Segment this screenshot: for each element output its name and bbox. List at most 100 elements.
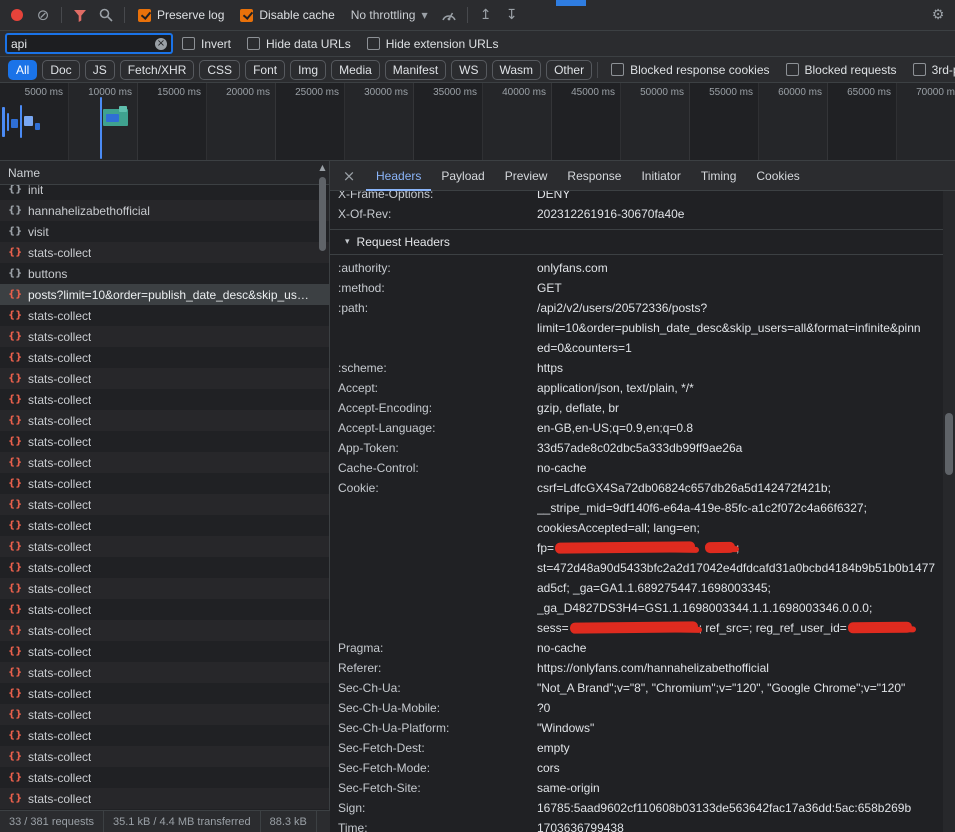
request-row[interactable]: {}stats-collect [0, 515, 329, 536]
request-row[interactable]: {}stats-collect [0, 368, 329, 389]
network-conditions-button[interactable] [436, 3, 462, 27]
status-segment: 88.3 kB [261, 811, 317, 832]
type-filter-ws[interactable]: WS [451, 60, 486, 80]
tab-initiator[interactable]: Initiator [631, 161, 690, 191]
header-value: https [537, 358, 943, 378]
header-value-text: DENY [537, 191, 570, 201]
type-filter-all[interactable]: All [8, 60, 37, 80]
request-row[interactable]: {}stats-collect [0, 683, 329, 704]
request-row[interactable]: {}stats-collect [0, 473, 329, 494]
checkbox-icon[interactable] [611, 63, 624, 76]
request-row[interactable]: {}stats-collect [0, 704, 329, 725]
checkbox-preserve-log[interactable]: Preserve log [138, 8, 224, 22]
detail-scrollbar[interactable] [943, 191, 955, 832]
request-row[interactable]: {}stats-collect [0, 431, 329, 452]
request-row[interactable]: {}stats-collect [0, 641, 329, 662]
request-row[interactable]: {}init [0, 185, 329, 200]
header-value-text: "Windows" [537, 721, 594, 735]
close-detail-button[interactable]: × [338, 165, 360, 187]
checkbox-invert[interactable]: Invert [182, 37, 231, 51]
request-list-scroll-thumb[interactable] [319, 177, 326, 251]
type-filter-wasm[interactable]: Wasm [492, 60, 542, 80]
type-filter-js[interactable]: JS [85, 60, 115, 80]
type-filter-font[interactable]: Font [245, 60, 285, 80]
type-filter-other[interactable]: Other [546, 60, 592, 80]
tab-timing[interactable]: Timing [691, 161, 747, 191]
type-filter-css[interactable]: CSS [199, 60, 240, 80]
request-row[interactable]: {}stats-collect [0, 620, 329, 641]
filter-toggle-button[interactable] [67, 3, 93, 27]
request-row[interactable]: {}stats-collect [0, 788, 329, 809]
request-row[interactable]: {}stats-collect [0, 452, 329, 473]
request-type-icon: {} [8, 793, 22, 804]
tab-response[interactable]: Response [557, 161, 631, 191]
checkbox-icon[interactable] [367, 37, 380, 50]
record-button[interactable] [4, 3, 30, 27]
header-value: same-origin [537, 778, 943, 798]
request-row[interactable]: {}stats-collect [0, 326, 329, 347]
request-row[interactable]: {}stats-collect [0, 662, 329, 683]
checkbox-blocked-response-cookies[interactable]: Blocked response cookies [611, 63, 769, 77]
name-column-header[interactable]: Name [0, 161, 329, 185]
type-filter-doc[interactable]: Doc [42, 60, 79, 80]
export-har-button[interactable]: ↧ [499, 3, 525, 27]
request-row[interactable]: {}posts?limit=10&order=publish_date_desc… [0, 284, 329, 305]
request-row[interactable]: {}stats-collect [0, 725, 329, 746]
request-row[interactable]: {}stats-collect [0, 578, 329, 599]
header-name: Sign: [338, 798, 537, 818]
scroll-up-icon[interactable]: ▲ [317, 163, 328, 172]
request-row[interactable]: {}stats-collect [0, 305, 329, 326]
import-har-button[interactable]: ↥ [473, 3, 499, 27]
header-value-line: 16785:5aad9602cf110608b03133de563642fac1… [537, 798, 943, 818]
request-row[interactable]: {}visit [0, 221, 329, 242]
tab-payload[interactable]: Payload [431, 161, 494, 191]
clear-filter-button[interactable]: × [155, 38, 167, 50]
checkbox-icon[interactable] [913, 63, 926, 76]
request-row[interactable]: {}buttons [0, 263, 329, 284]
clear-button[interactable]: ⊘ [30, 3, 56, 27]
checkbox-3rd-party-requests[interactable]: 3rd-party requests [913, 63, 955, 77]
checkbox-icon[interactable] [247, 37, 260, 50]
type-filter-img[interactable]: Img [290, 60, 326, 80]
request-row[interactable]: {}stats-collect [0, 347, 329, 368]
tab-headers[interactable]: Headers [366, 161, 431, 191]
request-row[interactable]: {}stats-collect [0, 389, 329, 410]
checkbox-icon[interactable] [786, 63, 799, 76]
type-filter-media[interactable]: Media [331, 60, 380, 80]
type-filter-manifest[interactable]: Manifest [385, 60, 446, 80]
request-list-scrollbar[interactable]: ▲ [317, 163, 328, 802]
request-row[interactable]: {}stats-collect [0, 494, 329, 515]
waterfall-activity-bar [24, 116, 33, 126]
request-row[interactable]: {}hannahelizabethofficial [0, 200, 329, 221]
request-headers-section[interactable]: ▾ Request Headers [330, 229, 943, 255]
type-filter-fetch-xhr[interactable]: Fetch/XHR [120, 60, 195, 80]
header-value-line: "Windows" [537, 718, 943, 738]
header-value-text: https [537, 361, 563, 375]
request-row[interactable]: {}stats-collect [0, 599, 329, 620]
redaction-scribble [848, 622, 912, 634]
checkbox-disable-cache[interactable]: Disable cache [240, 8, 334, 22]
request-detail-panel: × HeadersPayloadPreviewResponseInitiator… [330, 161, 955, 832]
checkbox-icon[interactable] [138, 9, 151, 22]
checkbox-hide-extension-urls[interactable]: Hide extension URLs [367, 37, 499, 51]
checkbox-icon[interactable] [240, 9, 253, 22]
request-row[interactable]: {}stats-collect [0, 410, 329, 431]
request-row[interactable]: {}stats-collect [0, 746, 329, 767]
detail-scroll-thumb[interactable] [945, 413, 953, 475]
filter-input[interactable] [11, 37, 155, 51]
tab-preview[interactable]: Preview [495, 161, 558, 191]
checkbox-blocked-requests[interactable]: Blocked requests [786, 63, 897, 77]
settings-button[interactable]: ⚙ [925, 3, 951, 27]
header-value-line: application/json, text/plain, */* [537, 378, 943, 398]
throttling-dropdown[interactable]: No throttling ▼ [351, 8, 428, 22]
header-value-line: no-cache [537, 458, 943, 478]
tab-cookies[interactable]: Cookies [746, 161, 809, 191]
request-row[interactable]: {}stats-collect [0, 242, 329, 263]
network-overview-timeline[interactable]: 5000 ms10000 ms15000 ms20000 ms25000 ms3… [0, 83, 955, 161]
request-row[interactable]: {}stats-collect [0, 767, 329, 788]
request-row[interactable]: {}stats-collect [0, 557, 329, 578]
checkbox-hide-data-urls[interactable]: Hide data URLs [247, 37, 351, 51]
search-button[interactable] [93, 3, 119, 27]
checkbox-icon[interactable] [182, 37, 195, 50]
request-row[interactable]: {}stats-collect [0, 536, 329, 557]
